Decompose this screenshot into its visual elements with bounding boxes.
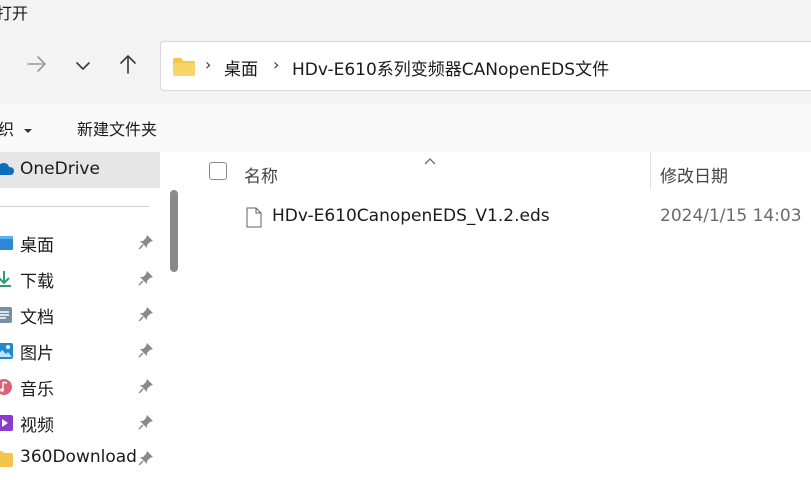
forward-button[interactable]: [22, 50, 52, 82]
sidebar-scrollbar-thumb[interactable]: [170, 190, 178, 272]
window-title: 打开: [0, 4, 29, 23]
sidebar-item-downloads[interactable]: 下载: [0, 264, 160, 294]
column-header-date-modified[interactable]: 修改日期: [660, 162, 728, 187]
sidebar-item-label: OneDrive: [20, 159, 100, 179]
sidebar-item-label: 360Downloads: [20, 447, 138, 467]
file-row[interactable]: HDv-E610CanopenEDS_V1.2.eds 2024/1/15 14…: [190, 202, 811, 234]
file-date-modified: 2024/1/15 14:03: [660, 206, 802, 226]
arrow-right-icon: [26, 55, 48, 77]
new-folder-button[interactable]: 新建文件夹: [77, 116, 157, 140]
download-icon: [0, 270, 14, 288]
sidebar-item-360downloads[interactable]: 360Downloads: [0, 444, 160, 474]
title-bar: 打开: [0, 0, 811, 30]
pin-icon: [138, 270, 154, 290]
breadcrumb-current-folder[interactable]: HDv-E610系列变频器CANopenEDS文件: [292, 55, 609, 80]
sidebar-item-label: 文档: [20, 308, 54, 328]
sidebar-divider: [0, 206, 149, 207]
document-icon: [0, 306, 14, 324]
sidebar-item-label: 下载: [20, 272, 54, 292]
breadcrumb-separator-icon: ›: [205, 55, 212, 74]
sidebar-item-documents[interactable]: 文档: [0, 300, 160, 330]
cloud-icon: [0, 161, 16, 181]
music-icon: [0, 378, 14, 396]
sort-ascending-icon: [424, 150, 436, 169]
pin-icon: [138, 414, 154, 434]
folder-icon: [0, 450, 14, 468]
up-button[interactable]: [113, 50, 143, 82]
sidebar-item-label: 图片: [20, 344, 54, 364]
sidebar-item-videos[interactable]: 视频: [0, 408, 160, 438]
sidebar-item-desktop[interactable]: 桌面: [0, 228, 160, 258]
organize-label: 织: [0, 120, 15, 139]
file-icon: [246, 207, 262, 232]
recent-locations-button[interactable]: [68, 50, 98, 82]
sidebar-item-label: 音乐: [20, 380, 54, 400]
desktop-icon: [0, 234, 14, 252]
address-bar[interactable]: › 桌面 › HDv-E610系列变频器CANopenEDS文件: [160, 41, 811, 91]
video-icon: [0, 414, 14, 432]
pin-icon: [138, 234, 154, 254]
folder-icon: [172, 57, 196, 81]
column-divider[interactable]: [650, 152, 651, 190]
breadcrumb-desktop[interactable]: 桌面: [224, 55, 258, 80]
organize-button[interactable]: 织: [0, 116, 33, 140]
sidebar-item-label: 视频: [20, 416, 54, 436]
file-name: HDv-E610CanopenEDS_V1.2.eds: [272, 206, 550, 226]
select-all-checkbox[interactable]: [209, 162, 227, 180]
pin-icon: [138, 342, 154, 362]
sidebar-item-label: 桌面: [20, 236, 54, 256]
sidebar-item-music[interactable]: 音乐: [0, 372, 160, 402]
arrow-up-icon: [118, 53, 138, 79]
breadcrumb-separator-icon: ›: [273, 55, 280, 74]
pin-icon: [138, 378, 154, 398]
column-header-name[interactable]: 名称: [244, 162, 278, 187]
pin-icon: [138, 450, 154, 470]
pin-icon: [138, 306, 154, 326]
caret-down-icon: [24, 129, 33, 133]
sidebar-item-pictures[interactable]: 图片: [0, 336, 160, 366]
pictures-icon: [0, 342, 14, 360]
chevron-down-icon: [75, 57, 91, 76]
